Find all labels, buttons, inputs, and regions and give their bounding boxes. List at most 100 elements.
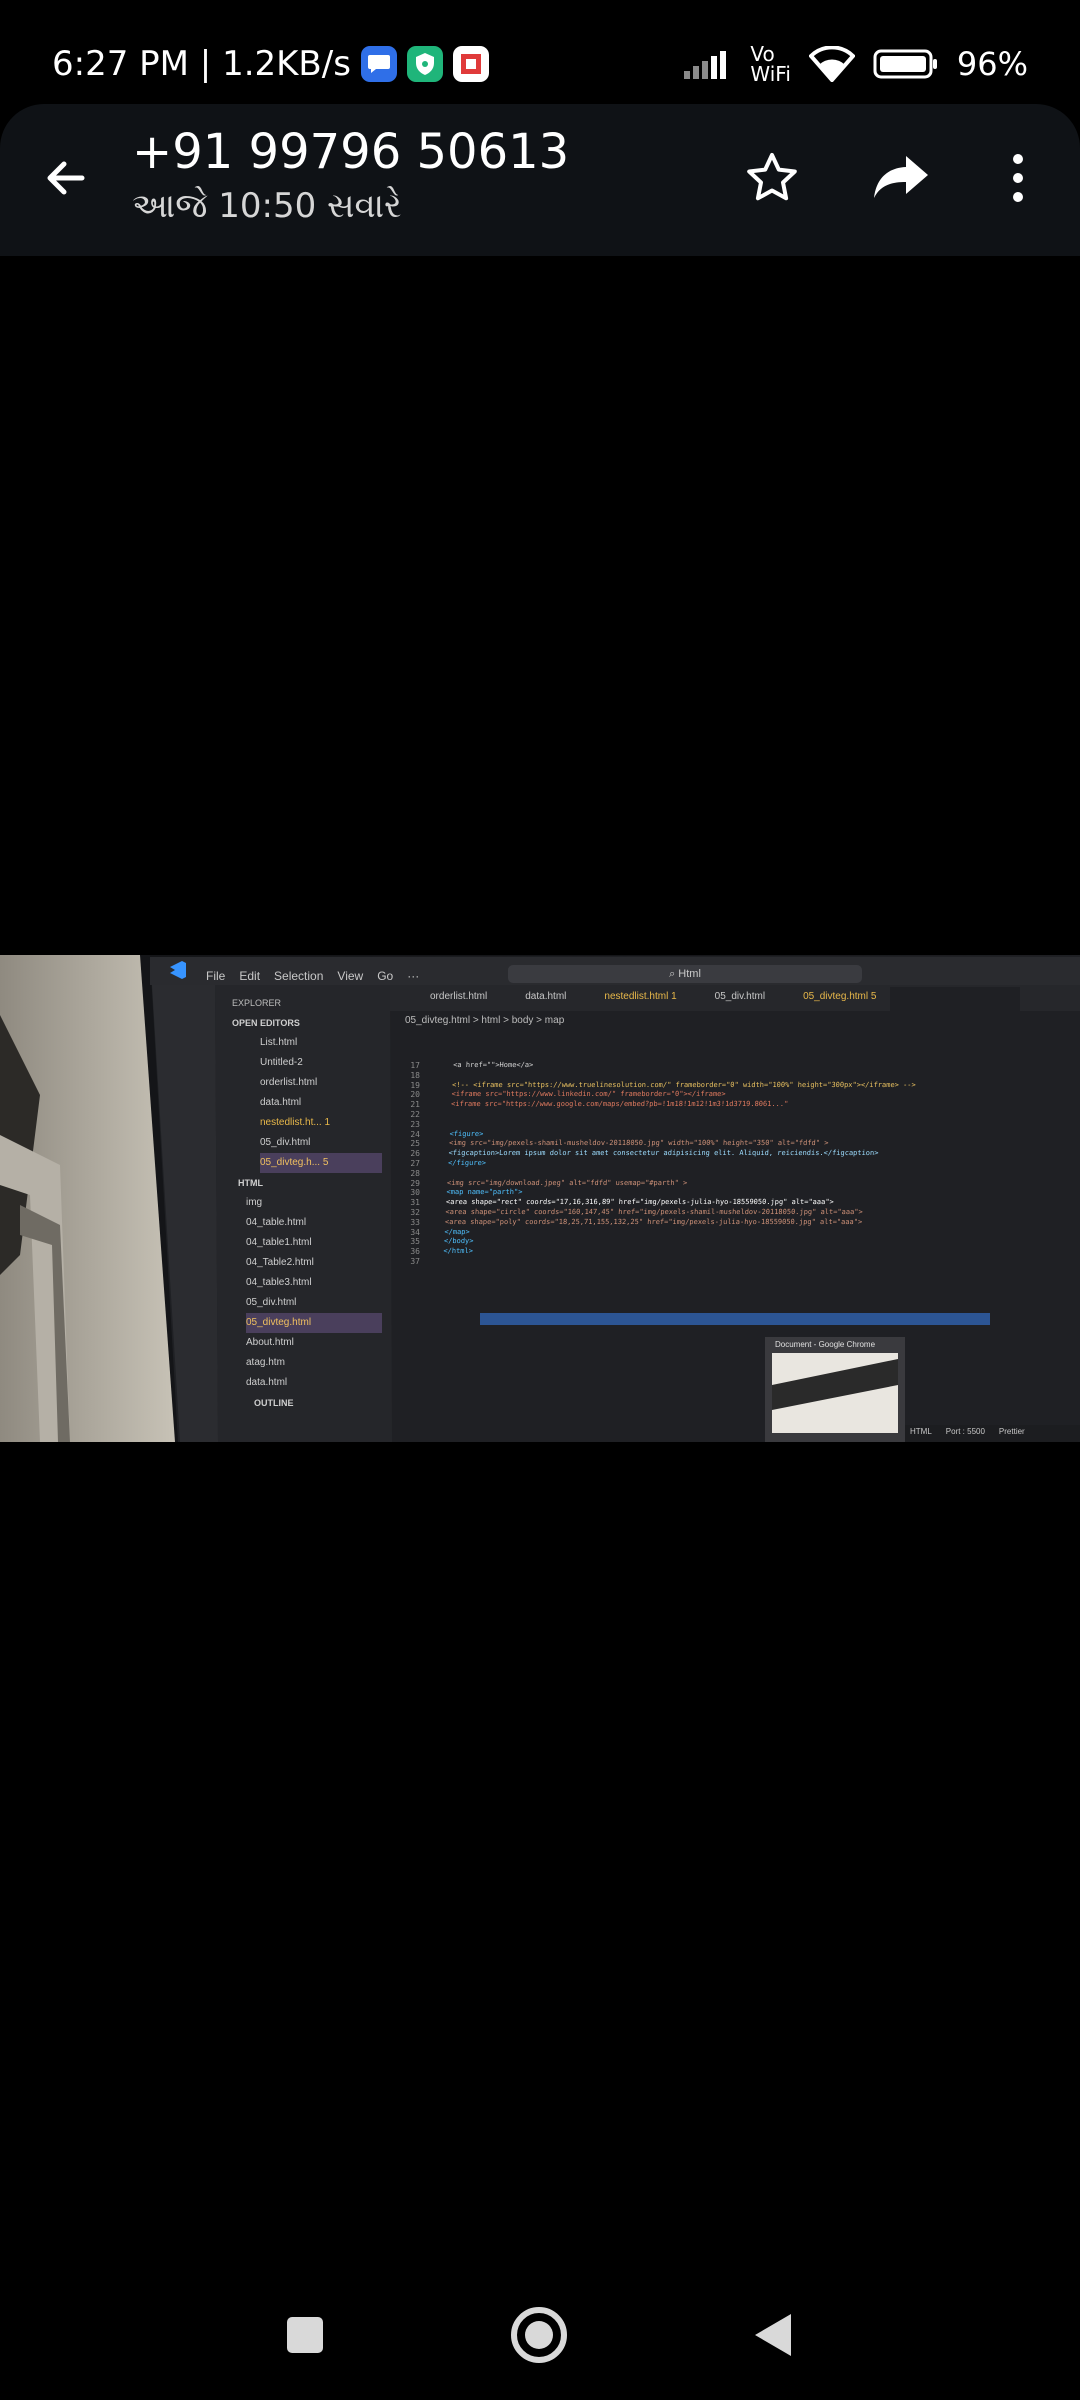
home-button[interactable] [494,2290,584,2380]
line-number: 31 [410,1198,420,1208]
menu-view: View [337,969,364,983]
editor-tab[interactable]: data.html [525,991,566,1002]
sender-title: +91 99796 50613 [132,124,570,180]
open-editor-item[interactable]: 05_div.html [260,1133,382,1153]
code-line: <a href="">Home</a> [452,1061,534,1069]
back-button[interactable] [30,142,102,214]
battery-icon [873,49,937,79]
bank-app-icon [452,46,489,82]
code-line: <img src="img/pexels-shamil-musheldov-20… [448,1139,829,1148]
open-editor-item[interactable]: nestedlist.ht... 1 [260,1113,382,1133]
vscode-status-bar: HTML Port : 5500 Prettier [910,1427,1025,1436]
code-line: <img src="img/download.jpeg" alt="fdfd" … [446,1178,688,1187]
home-circle-icon [511,2307,567,2363]
file-tree-item[interactable]: atag.htm [246,1353,382,1373]
code-line: <area shape="poly" coords="18,25,71,155,… [444,1217,863,1226]
recents-button[interactable] [260,2290,350,2380]
file-tree-item[interactable]: img [246,1193,382,1213]
wifi-icon [808,46,855,82]
editor-tab[interactable]: nestedlist.html 1 [604,991,676,1002]
file-tree-item[interactable]: 04_Table2.html [246,1253,382,1273]
line-number: 26 [410,1149,420,1159]
vscode-menu-bar: File Edit Selection View Go ··· [206,969,419,983]
timestamp-subtitle: આજે 10:50 સવારે [132,186,402,226]
breadcrumb: 05_divteg.html > html > body > map [405,1015,565,1026]
more-vertical-icon [1013,154,1023,202]
vscode-search-box: ⌕ Html [508,965,862,983]
share-arrow-icon [874,156,928,198]
signal-icon [684,51,727,79]
code-line: <figure> [449,1129,484,1138]
open-editor-item[interactable]: Untitled-2 [260,1053,382,1073]
star-icon [747,153,797,201]
messages-app-icon [360,46,397,82]
line-number: 36 [410,1247,420,1257]
menu-edit: Edit [239,969,261,983]
line-number: 21 [410,1100,420,1110]
more-options-button[interactable] [982,142,1054,214]
open-editor-item[interactable]: data.html [260,1093,382,1113]
menu-more: ··· [407,969,420,983]
editor-tab[interactable]: 05_div.html [715,991,765,1002]
line-number: 32 [410,1207,420,1217]
line-number: 23 [410,1119,420,1129]
editor-tab[interactable]: 05_divteg.html 5 [803,991,876,1002]
open-editor-item[interactable]: 05_divteg.h... 5 [260,1153,382,1173]
line-number: 24 [410,1129,420,1139]
vowifi-label: Vo WiFi [750,42,791,86]
html-folder-header: HTML [238,1178,263,1188]
line-number: 28 [410,1168,420,1178]
system-back-button[interactable] [728,2290,818,2380]
star-button[interactable] [736,142,808,214]
code-editor: <a href="">Home</a> <!-- <iframe src="htt… [443,1061,1054,1267]
explorer-sidebar: EXPLORER OPEN EDITORS List.html Untitled-… [232,993,382,1413]
line-number: 22 [410,1109,420,1119]
app-bar: +91 99796 50613 આજે 10:50 સવારે [0,104,1080,256]
open-editor-item[interactable]: orderlist.html [260,1073,382,1093]
line-number: 27 [410,1158,420,1168]
file-tree-item[interactable]: 04_table3.html [246,1273,382,1293]
file-tree-item[interactable]: 04_table.html [246,1213,382,1233]
message-photo[interactable]: File Edit Selection View Go ··· ⌕ Html E… [0,955,1080,1442]
share-button[interactable] [866,142,938,214]
triangle-back-icon [755,2314,791,2356]
menu-selection: Selection [274,969,324,983]
editor-tabs: orderlist.html data.html nestedlist.html 1… [430,991,876,1002]
file-tree-item[interactable]: data.html [246,1373,382,1393]
code-line: <iframe src="https://www.google.com/maps… [450,1100,789,1109]
status-bar-item: Prettier [998,1427,1025,1436]
file-tree-item[interactable]: 04_table1.html [246,1233,382,1253]
code-line: </map> [444,1227,470,1236]
security-app-icon [406,46,443,82]
square-icon [287,2317,323,2353]
line-number: 17 [410,1061,420,1070]
line-number: 33 [410,1217,420,1227]
line-number: 37 [410,1256,420,1266]
code-line: <!-- <iframe src="https://www.truelineso… [451,1080,916,1089]
status-bar-item: Port : 5500 [945,1427,985,1436]
line-number: 25 [410,1139,420,1149]
battery-level: 96% [956,45,1028,83]
outline-header: OUTLINE [254,1398,294,1408]
open-editors-list: List.html Untitled-2 orderlist.html data.ht… [232,1033,382,1173]
search-text: Html [678,968,701,980]
system-nav-bar [0,2270,1080,2400]
file-tree-item[interactable]: 05_divteg.html [246,1313,382,1333]
line-number: 29 [410,1178,420,1188]
file-tree-item[interactable]: About.html [246,1333,382,1353]
status-bar-item: HTML [910,1427,932,1436]
file-tree-item[interactable]: 05_div.html [246,1293,382,1313]
code-line: <figcaption>Lorem ipsum dolor sit amet c… [448,1149,879,1158]
status-time-speed: 6:27 PM | 1.2KB/s [52,44,351,84]
code-line: </figure> [447,1158,487,1167]
code-line: <map name="parth"> [446,1188,523,1197]
line-number-gutter: 17 18 19 20 21 22 23 24 25 26 27 28 29 30 31 32 33 34 35 36… [398,1061,420,1267]
line-number: 18 [410,1070,420,1080]
open-editor-item[interactable]: List.html [260,1033,382,1053]
editor-tab[interactable]: orderlist.html [430,991,487,1002]
